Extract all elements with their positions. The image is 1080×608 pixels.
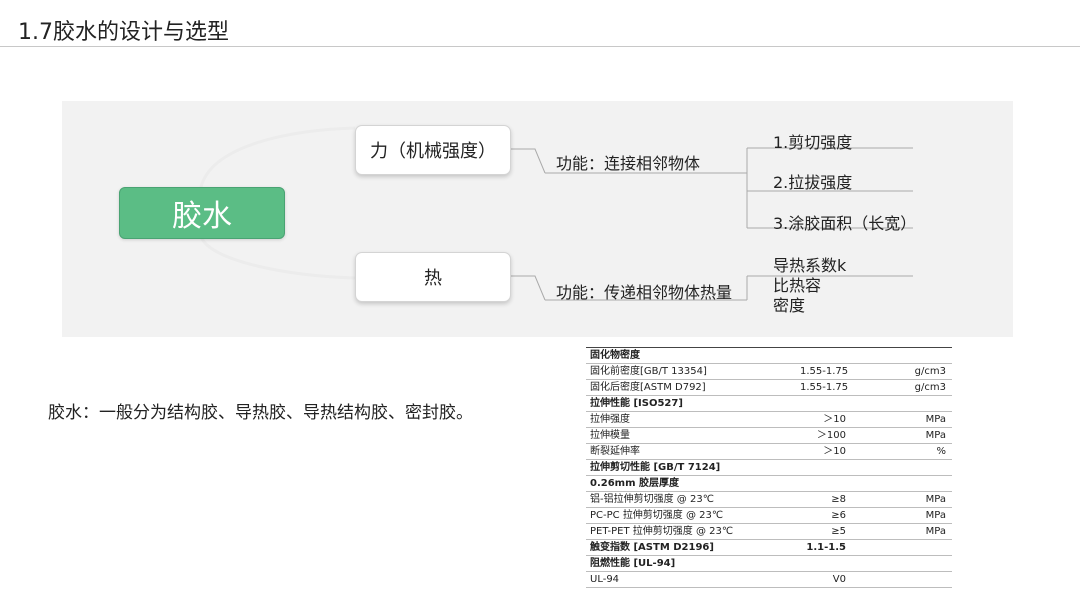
spec-value-cell: ≥6	[796, 507, 892, 524]
spec-unit-cell	[892, 475, 952, 492]
leaf-density: 密度	[773, 296, 806, 315]
spec-value-cell	[796, 475, 892, 492]
spec-row: 拉伸模量 ＞100 MPa	[586, 427, 952, 444]
spec-value-cell: 1.1-1.5	[796, 539, 892, 556]
spec-value-cell: ＞100	[796, 427, 892, 444]
function-label-force: 功能：连接相邻物体	[556, 154, 701, 173]
spec-name-cell: 触变指数 [ASTM D2196]	[586, 539, 796, 556]
spec-unit-cell: MPa	[892, 411, 952, 428]
spec-unit-cell	[892, 395, 952, 412]
spec-unit-cell: MPa	[892, 507, 952, 524]
spec-value-cell: ＞10	[796, 443, 892, 460]
spec-name-cell: 固化物密度	[586, 347, 796, 364]
leaf-thermal-conductivity: 导热系数k	[773, 256, 847, 275]
spec-row: 断裂延伸率 ＞10%	[586, 443, 952, 460]
spec-value-cell: 1.55-1.75	[796, 363, 892, 380]
spec-unit-cell: %	[892, 443, 952, 460]
spec-unit-cell	[892, 347, 952, 364]
function-label-heat: 功能：传递相邻物体热量	[556, 283, 733, 302]
spec-name-cell: PC-PC 拉伸剪切强度 @ 23℃	[586, 507, 796, 524]
spec-name-cell: 拉伸剪切性能 [GB/T 7124]	[586, 459, 796, 476]
leaf-shear-strength: 1.剪切强度	[773, 133, 853, 152]
spec-row: 拉伸剪切性能 [GB/T 7124]	[586, 459, 952, 476]
spec-name-cell: 断裂延伸率	[586, 443, 796, 460]
spec-value-cell: 1.55-1.75	[796, 379, 892, 396]
spec-value-cell: ≥8	[796, 491, 892, 508]
spec-row: 阻燃性能 [UL-94]	[586, 555, 952, 572]
spec-unit-cell: g/cm3	[892, 379, 952, 396]
spec-name-cell: 拉伸性能 [ISO527]	[586, 395, 796, 412]
spec-row: 固化后密度[ASTM D792] 1.55-1.75 g/cm3	[586, 379, 952, 396]
spec-unit-cell	[892, 539, 952, 556]
heat-leaves: 导热系数k 比热容 密度	[773, 256, 846, 316]
glue-types-note: 胶水：一般分为结构胶、导热胶、导热结构胶、密封胶。	[48, 403, 473, 423]
branch-node-force: 力（机械强度）	[355, 125, 511, 175]
spec-row: PET-PET 拉伸剪切强度 @ 23℃ ≥5 MPa	[586, 523, 952, 540]
spec-name-cell: 拉伸强度	[586, 411, 796, 428]
spec-row: 0.26mm 胶层厚度	[586, 475, 952, 492]
spec-row: 拉伸性能 [ISO527]	[586, 395, 952, 412]
spec-table: 固化物密度 固化前密度[GB/T 13354] 1.55-1.75 g/cm3 固化后密…	[586, 347, 952, 588]
spec-unit-cell: MPa	[892, 491, 952, 508]
branch-node-heat: 热	[355, 252, 511, 302]
spec-row: UL-94 V0	[586, 571, 952, 588]
branch-label-force: 力（机械强度）	[370, 141, 496, 162]
spec-unit-cell	[892, 555, 952, 572]
spec-value-cell	[796, 395, 892, 412]
branch-label-heat: 热	[424, 268, 442, 289]
spec-unit-cell	[892, 459, 952, 476]
spec-unit-cell: MPa	[892, 523, 952, 540]
spec-row: 固化前密度[GB/T 13354] 1.55-1.75 g/cm3	[586, 363, 952, 380]
leaf-glue-area: 3.涂胶面积（长宽）	[773, 214, 917, 233]
spec-value-cell: V0	[796, 571, 892, 588]
spec-row: 触变指数 [ASTM D2196] 1.1-1.5	[586, 539, 952, 556]
spec-name-cell: 0.26mm 胶层厚度	[586, 475, 796, 492]
root-node: 胶水	[119, 187, 285, 239]
spec-name-cell: UL-94	[586, 571, 796, 588]
spec-name-cell: 固化前密度[GB/T 13354]	[586, 363, 796, 380]
spec-name-cell: 固化后密度[ASTM D792]	[586, 379, 796, 396]
leaf-pull-strength: 2.拉拔强度	[773, 173, 853, 192]
spec-unit-cell	[892, 571, 952, 588]
spec-unit-cell: g/cm3	[892, 363, 952, 380]
spec-row: PC-PC 拉伸剪切强度 @ 23℃ ≥6 MPa	[586, 507, 952, 524]
spec-name-cell: 拉伸模量	[586, 427, 796, 444]
spec-row: 铝-铝拉伸剪切强度 @ 23℃ ≥8 MPa	[586, 491, 952, 508]
spec-unit-cell: MPa	[892, 427, 952, 444]
spec-row: 拉伸强度 ＞10 MPa	[586, 411, 952, 428]
spec-value-cell	[796, 555, 892, 572]
spec-value-cell: ＞10	[796, 411, 892, 428]
spec-name-cell: 阻燃性能 [UL-94]	[586, 555, 796, 572]
spec-value-cell	[796, 347, 892, 364]
spec-name-cell: 铝-铝拉伸剪切强度 @ 23℃	[586, 491, 796, 508]
spec-name-cell: PET-PET 拉伸剪切强度 @ 23℃	[586, 523, 796, 540]
spec-row: 固化物密度	[586, 347, 952, 364]
leaf-specific-heat: 比热容	[773, 276, 822, 295]
spec-value-cell: ≥5	[796, 523, 892, 540]
spec-value-cell	[796, 459, 892, 476]
